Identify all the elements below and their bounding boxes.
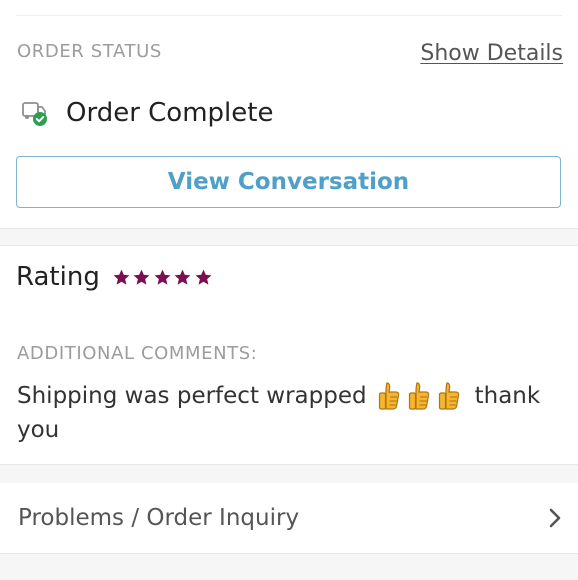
order-detail-page: ORDER STATUS Show Details Order Complete… <box>0 0 578 580</box>
divider <box>16 15 562 16</box>
truck-check-icon <box>22 102 47 126</box>
star-icon <box>133 269 150 285</box>
thumbs-up-icon <box>408 382 429 410</box>
thumbs-up-emojis <box>377 381 467 411</box>
star-icon <box>154 269 171 285</box>
comment-text-end: thank <box>474 383 541 409</box>
problems-order-inquiry-row[interactable]: Problems / Order Inquiry <box>0 483 578 552</box>
order-status-heading: ORDER STATUS <box>17 41 162 62</box>
view-conversation-button[interactable]: View Conversation <box>16 156 561 208</box>
rating-stars <box>112 268 215 287</box>
section-separator <box>0 553 578 580</box>
additional-comments-heading: ADDITIONAL COMMENTS: <box>17 343 258 364</box>
section-separator <box>0 228 578 246</box>
show-details-link[interactable]: Show Details <box>420 41 563 66</box>
star-icon <box>113 269 130 285</box>
order-status-text: Order Complete <box>66 98 274 128</box>
star-icon <box>195 269 212 285</box>
rating-row: Rating <box>16 262 214 292</box>
star-icon <box>174 269 191 285</box>
comment-text-line-2: you <box>17 417 60 443</box>
comment-text-start: Shipping was perfect wrapped <box>17 383 367 409</box>
comment-text-line: Shipping was perfect wrapped thank <box>17 381 540 411</box>
order-status-row: Order Complete <box>20 98 273 128</box>
thumbs-up-icon <box>378 382 399 410</box>
section-separator <box>0 464 578 484</box>
rating-label: Rating <box>16 262 100 292</box>
chevron-right-icon <box>549 508 561 528</box>
thumbs-up-icon <box>438 382 459 410</box>
problems-order-inquiry-label: Problems / Order Inquiry <box>18 504 300 531</box>
